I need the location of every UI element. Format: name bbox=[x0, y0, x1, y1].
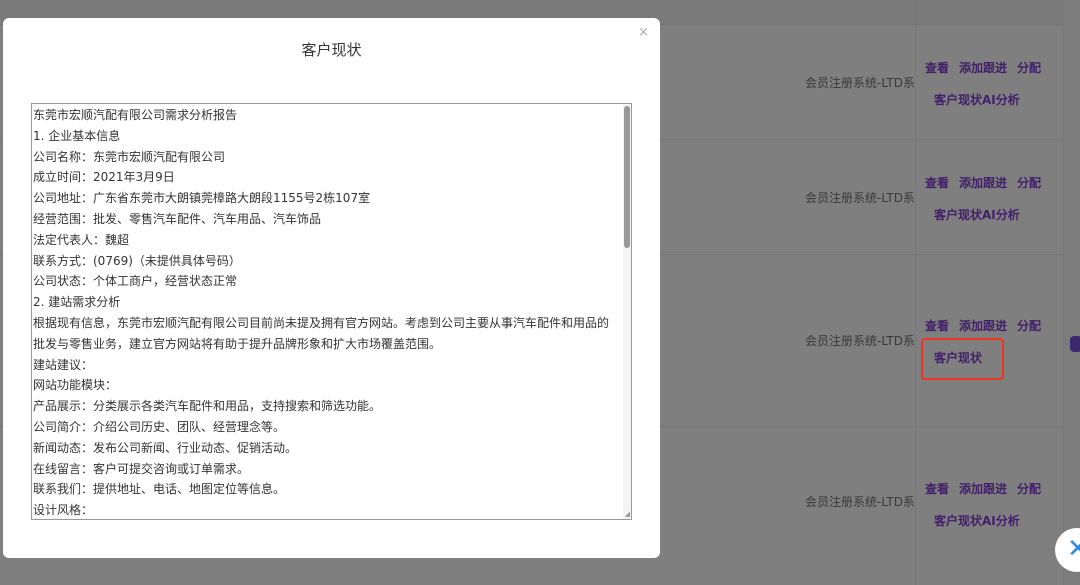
row-actions: 查看 添加跟进 分配 bbox=[925, 480, 1051, 497]
row-actions: 查看 添加跟进 分配 bbox=[925, 174, 1051, 191]
report-line: 产品展示：分类展示各类汽车配件和用品，支持搜索和筛选功能。 bbox=[33, 399, 382, 414]
highlight-box bbox=[921, 338, 1004, 380]
report-line: 公司地址：广东省东莞市大朗镇莞樟路大朗段1155号2栋107室 bbox=[33, 191, 371, 206]
report-line: 1. 企业基本信息 bbox=[33, 128, 121, 143]
ai-analysis-link[interactable]: 客户现状AI分析 bbox=[934, 91, 1020, 108]
report-line: 联系方式：(0769)（未提供具体号码） bbox=[33, 253, 241, 268]
view-link[interactable]: 查看 bbox=[925, 61, 949, 75]
close-icon[interactable]: × bbox=[638, 25, 649, 40]
report-line: 法定代表人：魏超 bbox=[33, 232, 130, 247]
view-link[interactable]: 查看 bbox=[925, 319, 949, 333]
report-line: 建站建议： bbox=[33, 357, 94, 372]
add-followup-link[interactable]: 添加跟进 bbox=[959, 176, 1007, 190]
report-line: 成立时间：2021年3月9日 bbox=[33, 170, 175, 185]
report-line: 2. 建站需求分析 bbox=[33, 295, 121, 310]
add-followup-link[interactable]: 添加跟进 bbox=[959, 61, 1007, 75]
report-line: 网站功能模块： bbox=[33, 378, 118, 393]
report-line: 联系我们：提供地址、电话、地图定位等信息。 bbox=[33, 482, 286, 497]
customer-status-modal: 客户现状 × 东莞市宏顺汽配有限公司需求分析报告 1. 企业基本信息公司名称：东莞… bbox=[3, 18, 660, 558]
scrollbar[interactable] bbox=[623, 104, 631, 519]
report-textarea[interactable]: 东莞市宏顺汽配有限公司需求分析报告 1. 企业基本信息公司名称：东莞市宏顺汽配有限… bbox=[31, 103, 632, 520]
view-link[interactable]: 查看 bbox=[925, 176, 949, 190]
ai-analysis-link[interactable]: 客户现状AI分析 bbox=[934, 206, 1020, 223]
system-cell: 会员注册系统-LTD系统 bbox=[805, 76, 915, 90]
assign-link[interactable]: 分配 bbox=[1017, 482, 1041, 496]
lock-icon[interactable] bbox=[1070, 336, 1080, 352]
report-content: 东莞市宏顺汽配有限公司需求分析报告 1. 企业基本信息公司名称：东莞市宏顺汽配有限… bbox=[32, 104, 631, 519]
report-line: 在线留言：客户可提交咨询或订单需求。 bbox=[33, 461, 250, 476]
report-line: 公司简介：介绍公司历史、团队、经营理念等。 bbox=[33, 419, 286, 434]
system-cell: 会员注册系统-LTD系统 bbox=[805, 191, 915, 205]
scrollbar-thumb[interactable] bbox=[624, 106, 630, 248]
resize-grip-icon[interactable]: ◢ bbox=[625, 510, 630, 518]
report-line: 根据现有信息，东莞市宏顺汽配有限公司目前尚未提及拥有官方网站。考虑到公司主要从事… bbox=[33, 315, 610, 351]
assistant-logo-icon: ✕ bbox=[1067, 534, 1080, 564]
system-cell: 会员注册系统-LTD系统 bbox=[805, 495, 915, 509]
report-line: 设计风格： bbox=[33, 503, 94, 518]
column-divider bbox=[915, 0, 916, 585]
report-line: 经营范围：批发、零售汽车配件、汽车用品、汽车饰品 bbox=[33, 211, 322, 226]
report-line: 东莞市宏顺汽配有限公司需求分析报告 bbox=[33, 108, 238, 122]
assign-link[interactable]: 分配 bbox=[1017, 176, 1041, 190]
add-followup-link[interactable]: 添加跟进 bbox=[959, 482, 1007, 496]
view-link[interactable]: 查看 bbox=[925, 482, 949, 496]
ai-analysis-link[interactable]: 客户现状AI分析 bbox=[934, 512, 1020, 529]
assign-link[interactable]: 分配 bbox=[1017, 61, 1041, 75]
modal-title: 客户现状 bbox=[301, 41, 362, 59]
report-line: 公司名称：东莞市宏顺汽配有限公司 bbox=[33, 149, 226, 164]
add-followup-link[interactable]: 添加跟进 bbox=[959, 319, 1007, 333]
row-actions: 查看 添加跟进 分配 bbox=[925, 59, 1051, 76]
report-line: 公司状态：个体工商户，经营状态正常 bbox=[33, 274, 238, 289]
assign-link[interactable]: 分配 bbox=[1017, 319, 1041, 333]
report-line: 新闻动态：发布公司新闻、行业动态、促销活动。 bbox=[33, 440, 298, 455]
row-actions: 查看 添加跟进 分配 bbox=[925, 317, 1051, 334]
system-cell: 会员注册系统-LTD系统 bbox=[805, 334, 915, 348]
right-panel bbox=[1063, 0, 1080, 585]
